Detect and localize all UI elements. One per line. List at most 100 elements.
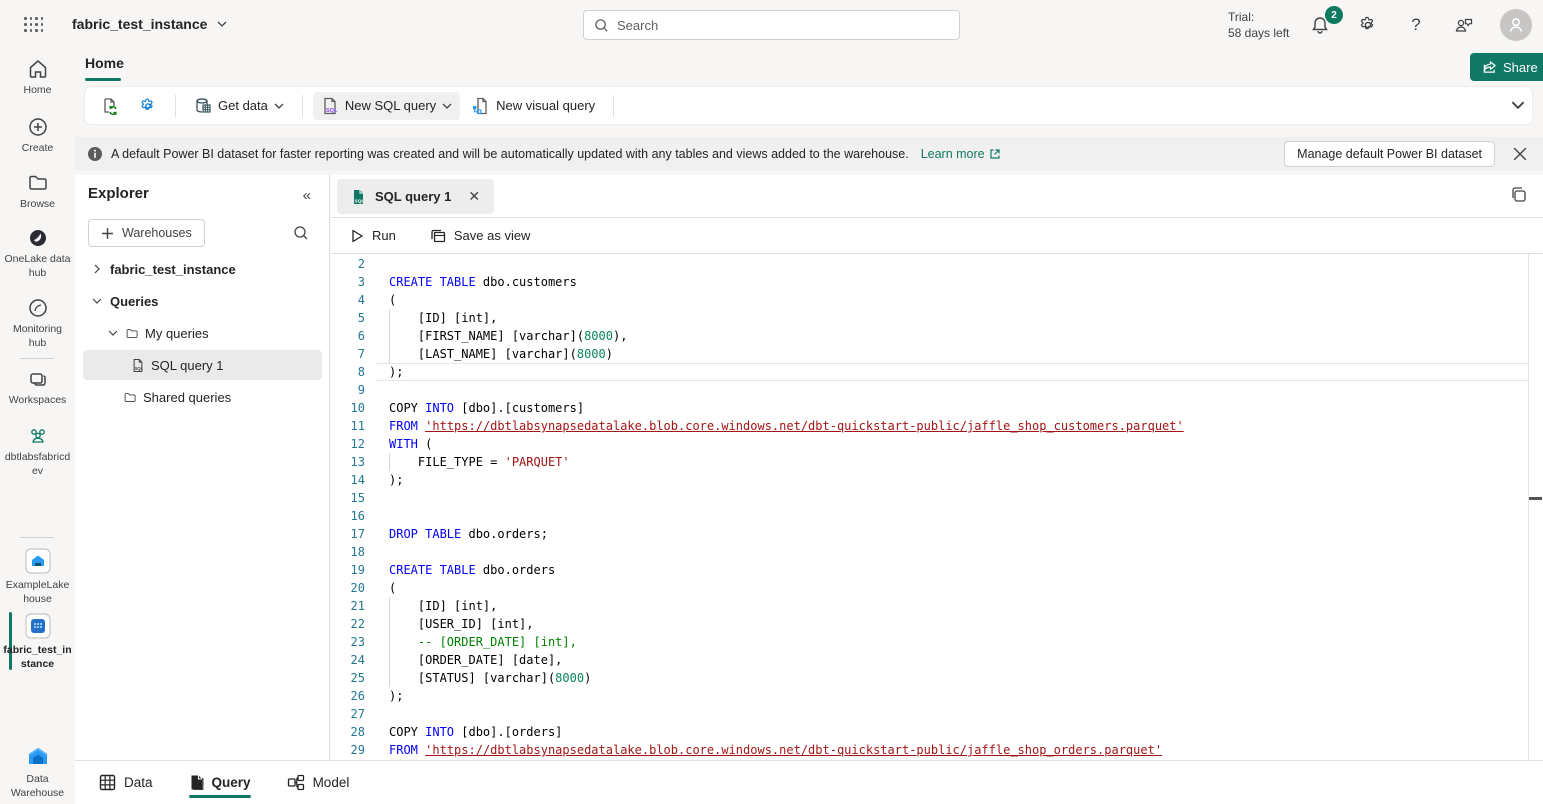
sidebar-item-data-warehouse[interactable]: Data Warehouse <box>0 745 75 800</box>
sql-file-icon: SQL <box>351 189 366 205</box>
code-line <box>375 705 1528 723</box>
tab-data[interactable]: Data <box>99 761 153 804</box>
svg-text:SQL: SQL <box>326 108 338 114</box>
code-line: [ID] [int], <box>375 309 1528 327</box>
code-line: [FIRST_NAME] [varchar](8000), <box>375 327 1528 345</box>
data-grid-icon <box>99 774 116 791</box>
tab-query[interactable]: Query <box>189 761 251 804</box>
sidebar-item-workspaces[interactable]: Workspaces <box>0 368 75 407</box>
new-warehouses-button[interactable]: Warehouses <box>88 219 205 247</box>
sidebar-item-browse[interactable]: Browse <box>0 172 75 211</box>
sidebar-item-fabric-test-instance[interactable]: fabric_test_instance <box>0 612 75 671</box>
app-launcher-icon[interactable] <box>24 17 44 33</box>
svg-text:SQL: SQL <box>135 366 144 371</box>
chevron-down-icon <box>217 19 227 29</box>
chevron-right-icon <box>91 264 103 274</box>
collapse-ribbon-chevron-icon[interactable] <box>1511 98 1525 112</box>
banner-close-icon[interactable] <box>1513 147 1527 161</box>
notification-badge: 2 <box>1325 6 1343 24</box>
code-line <box>375 255 1528 273</box>
code-lines: CREATE TABLE dbo.customers( [ID] [int], … <box>375 255 1528 759</box>
feedback-icon[interactable] <box>1451 12 1477 38</box>
external-link-icon <box>989 148 1001 160</box>
new-visual-query-button[interactable]: New visual query <box>464 92 603 120</box>
lakehouse-icon <box>0 547 75 575</box>
tree-node-shared-queries[interactable]: Shared queries <box>83 382 322 412</box>
tree-node-queries[interactable]: Queries <box>83 286 322 316</box>
editor-tab-strip: SQL SQL query 1 ✕ <box>331 175 1543 218</box>
folder-icon <box>124 391 136 404</box>
new-sql-query-button[interactable]: SQL New SQL query <box>313 92 460 120</box>
sidebar-item-home[interactable]: Home <box>0 58 75 97</box>
code-line: FROM 'https://dbtlabsynapsedatalake.blob… <box>375 741 1528 759</box>
tree-node-warehouse[interactable]: fabric_test_instance <box>83 254 322 284</box>
code-line <box>375 489 1528 507</box>
sidebar-item-create[interactable]: Create <box>0 116 75 155</box>
chevron-down-icon <box>91 296 103 306</box>
code-line: ); <box>375 471 1528 489</box>
tab-sql-query-1[interactable]: SQL SQL query 1 ✕ <box>337 179 494 214</box>
rail-divider <box>20 537 54 538</box>
toolbar-divider <box>613 95 614 117</box>
tree-node-my-queries[interactable]: My queries <box>83 318 322 348</box>
save-as-view-icon <box>430 229 446 243</box>
code-line <box>375 507 1528 525</box>
trial-status: Trial: 58 days left <box>1228 9 1289 41</box>
gear-icon <box>139 97 157 115</box>
sql-file-icon: SQL <box>132 358 144 373</box>
code-line: COPY INTO [dbo].[orders] <box>375 723 1528 741</box>
explorer-search-icon[interactable] <box>293 225 309 241</box>
tree-node-sql-query-1[interactable]: SQL SQL query 1 <box>83 350 322 380</box>
tab-home[interactable]: Home <box>85 55 124 71</box>
left-nav-rail: Home Create Browse OneLake data hub Moni… <box>0 50 75 804</box>
query-toolbar: Run Save as view <box>331 218 1543 254</box>
code-line <box>375 543 1528 561</box>
database-icon <box>194 97 212 115</box>
share-icon <box>1482 60 1497 74</box>
settings-gear-icon[interactable] <box>1355 12 1381 38</box>
editor-scrollbar[interactable] <box>1528 254 1543 760</box>
plus-icon <box>101 227 114 240</box>
tab-home-underline <box>85 78 121 81</box>
user-avatar[interactable] <box>1500 9 1532 41</box>
refresh-source-button[interactable] <box>93 92 127 120</box>
warehouse-item-icon <box>0 612 75 640</box>
sidebar-item-monitoring-hub[interactable]: Monitoring hub <box>0 297 75 350</box>
explorer-panel: Explorer « Warehouses fabric_test_instan… <box>75 175 330 760</box>
get-data-button[interactable]: Get data <box>186 92 292 120</box>
code-line: COPY INTO [dbo].[customers] <box>375 399 1528 417</box>
svg-text:SQL: SQL <box>355 198 365 204</box>
code-line: FROM 'https://dbtlabsynapsedatalake.blob… <box>375 417 1528 435</box>
settings-button[interactable] <box>131 92 165 120</box>
copy-icon[interactable] <box>1509 185 1529 205</box>
search-input[interactable]: Search <box>583 10 960 40</box>
code-line: -- [ORDER_DATE] [int], <box>375 633 1528 651</box>
save-as-view-button[interactable]: Save as view <box>424 224 537 247</box>
close-tab-icon[interactable]: ✕ <box>468 188 480 205</box>
learn-more-link[interactable]: Learn more <box>921 147 1001 161</box>
run-button[interactable]: Run <box>345 224 402 247</box>
tab-model[interactable]: Model <box>287 761 350 804</box>
sidebar-item-onelake-data-hub[interactable]: OneLake data hub <box>0 227 75 280</box>
person-icon <box>1507 16 1525 34</box>
toolbar-divider <box>302 95 303 117</box>
code-line: CREATE TABLE dbo.orders <box>375 561 1528 579</box>
collapse-panel-icon[interactable]: « <box>303 187 311 204</box>
workspace-switcher[interactable]: fabric_test_instance <box>72 16 227 32</box>
people-group-icon <box>0 425 75 447</box>
manage-default-dataset-button[interactable]: Manage default Power BI dataset <box>1284 141 1495 167</box>
help-icon[interactable]: ? <box>1403 12 1429 38</box>
chevron-down-icon <box>442 101 452 111</box>
chevron-down-icon <box>274 101 284 111</box>
sidebar-item-examplelakehouse[interactable]: ExampleLakehouse <box>0 547 75 606</box>
sql-code-editor[interactable]: 2345678910111213141516171819202122232425… <box>331 254 1543 760</box>
chevron-down-icon <box>107 328 119 338</box>
code-line: ); <box>375 363 1528 381</box>
code-line: ( <box>375 291 1528 309</box>
share-button[interactable]: Share <box>1470 53 1543 81</box>
code-line: [LAST_NAME] [varchar](8000) <box>375 345 1528 363</box>
sidebar-item-dbtlabsfabricdev[interactable]: dbtlabsfabricdev <box>0 425 75 478</box>
code-line: DROP TABLE dbo.orders; <box>375 525 1528 543</box>
toolbar-divider <box>175 95 176 117</box>
line-numbers: 2345678910111213141516171819202122232425… <box>331 255 375 759</box>
